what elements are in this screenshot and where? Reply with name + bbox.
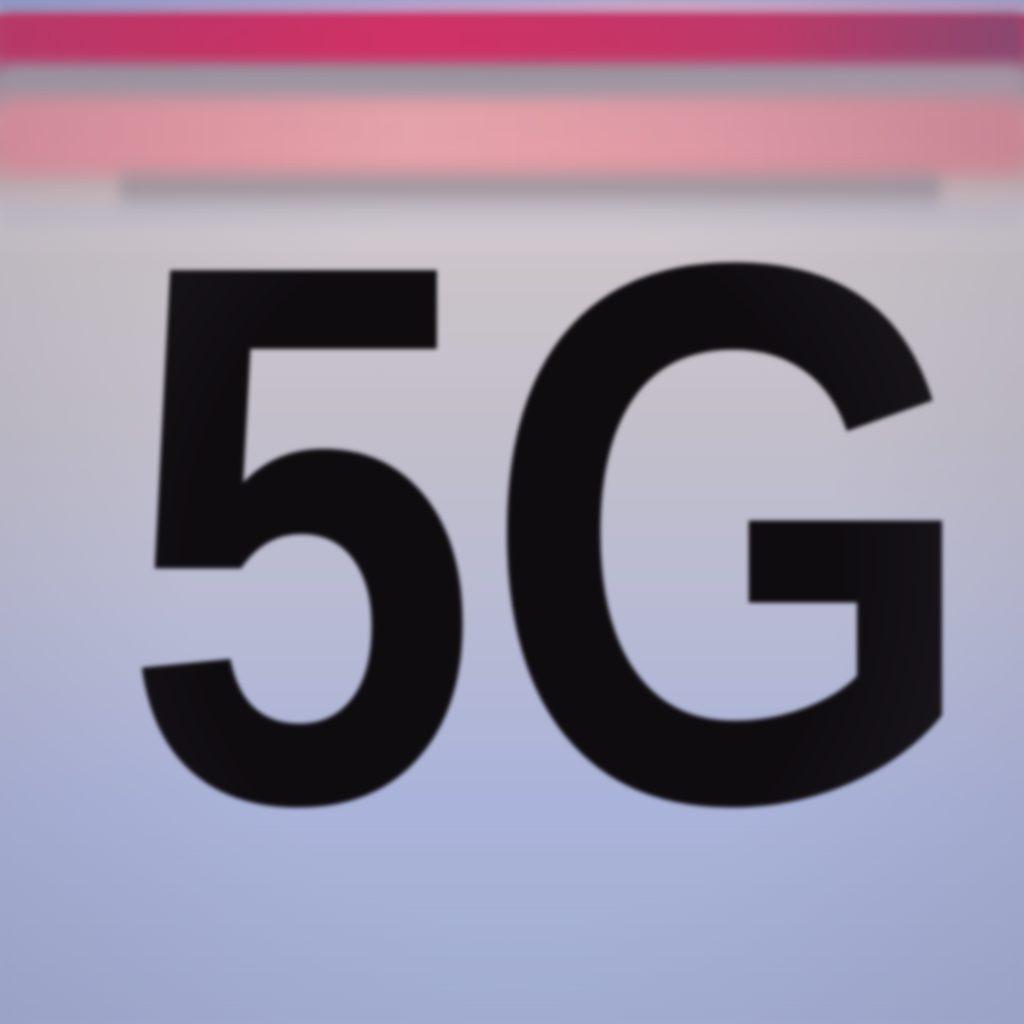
label-graphic: 5G: [122, 104, 982, 964]
photo-scene: 5G: [0, 0, 1024, 1024]
5g-label-text: 5G: [122, 104, 982, 964]
